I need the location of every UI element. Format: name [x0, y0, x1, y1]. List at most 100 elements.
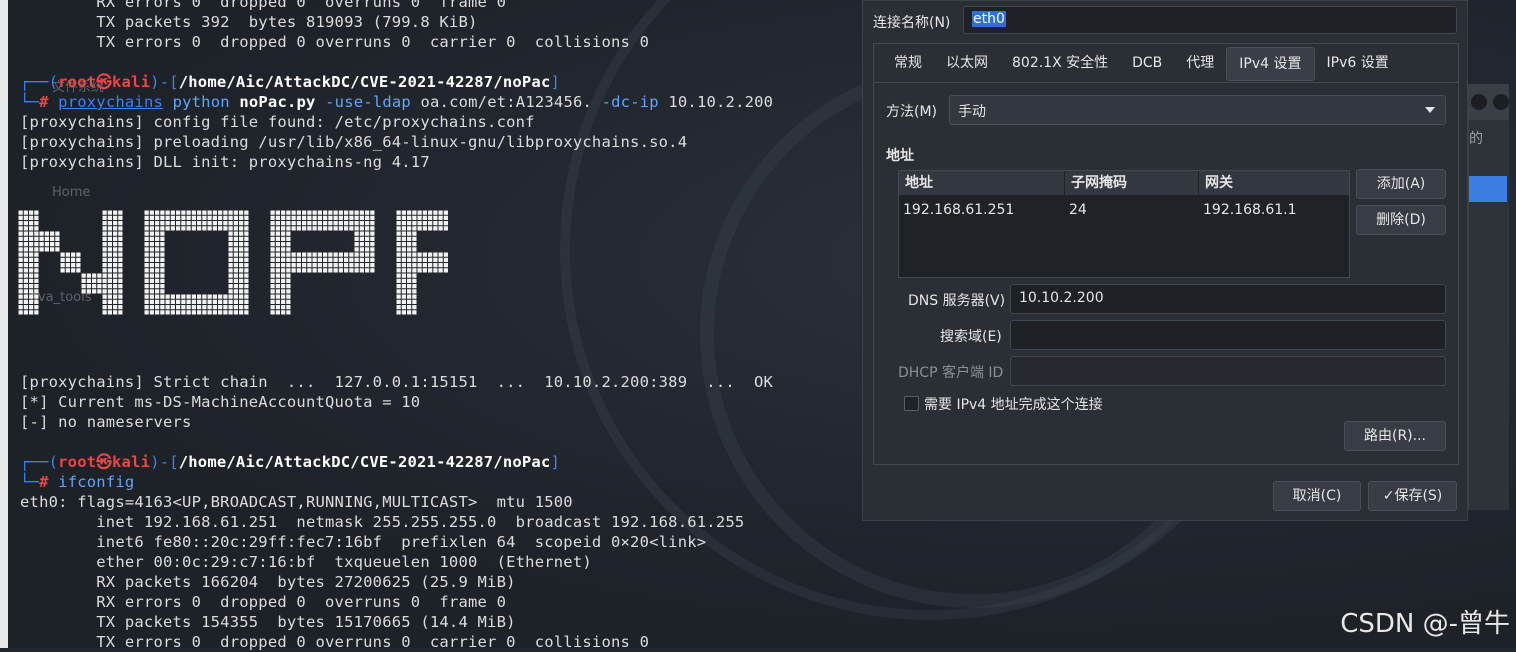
- connection-name-input[interactable]: eth0: [963, 6, 1457, 34]
- banner-pixel: [407, 257, 412, 262]
- banner-pixel: [34, 289, 39, 294]
- banner-pixel: [102, 226, 107, 231]
- banner-pixel: [422, 263, 427, 268]
- banner-pixel: [281, 247, 286, 252]
- routes-button[interactable]: 路由(R)...: [1344, 421, 1446, 451]
- require-ipv4-checkbox[interactable]: [904, 396, 919, 411]
- search-domain-input[interactable]: [1010, 320, 1446, 350]
- banner-pixel: [328, 252, 333, 257]
- nopac-banner-art: [18, 210, 627, 315]
- banner-pixel: [317, 252, 322, 257]
- banner-pixel: [365, 210, 370, 215]
- window-button-icon[interactable]: [1471, 94, 1487, 110]
- tab-ipv4-settings[interactable]: IPv4 设置: [1226, 47, 1315, 81]
- banner-pixel: [102, 236, 107, 241]
- cell-gateway: 192.168.61.1: [1203, 202, 1297, 218]
- banner-pixel: [86, 273, 91, 278]
- banner-pixel: [233, 268, 238, 273]
- banner-pixel: [244, 310, 249, 315]
- banner-pixel: [228, 294, 233, 299]
- column-header-netmask[interactable]: 子网掩码: [1065, 171, 1199, 195]
- add-address-button[interactable]: 添加(A): [1356, 169, 1446, 199]
- banner-pixel: [155, 299, 160, 304]
- window-button-icon[interactable]: [1493, 94, 1509, 110]
- terminal-line: RX errors 0 dropped 0 overruns 0 frame 0: [20, 593, 507, 611]
- banner-pixel: [328, 210, 333, 215]
- banner-pixel: [239, 310, 244, 315]
- banner-pixel: [228, 231, 233, 236]
- banner-pixel: [296, 210, 301, 215]
- banner-pixel: [338, 210, 343, 215]
- banner-pixel: [18, 278, 23, 283]
- tab-ethernet[interactable]: 以太网: [934, 47, 1000, 79]
- column-header-address[interactable]: 地址: [899, 171, 1065, 195]
- banner-pixel: [354, 252, 359, 257]
- banner-pixel: [34, 273, 39, 278]
- prompt-line: ┌──(root㉿kali)-[/home/Aic/AttackDC/CVE-2…: [20, 453, 561, 471]
- banner-pixel: [275, 226, 280, 231]
- banner-pixel: [291, 221, 296, 226]
- dhcp-client-id-input[interactable]: [1010, 356, 1446, 386]
- banner-pixel: [107, 215, 112, 220]
- banner-pixel: [281, 236, 286, 241]
- banner-pixel: [113, 210, 118, 215]
- banner-pixel: [239, 231, 244, 236]
- dns-server-input[interactable]: 10.10.2.200: [1010, 284, 1446, 314]
- save-button[interactable]: ✓保存(S): [1368, 481, 1457, 511]
- banner-pixel: [160, 273, 165, 278]
- cancel-button[interactable]: 取消(C): [1273, 481, 1361, 511]
- banner-pixel: [396, 278, 401, 283]
- banner-pixel: [270, 294, 275, 299]
- banner-pixel: [333, 263, 338, 268]
- banner-pixel: [160, 210, 165, 215]
- banner-pixel: [407, 284, 412, 289]
- banner-pixel: [239, 278, 244, 283]
- tab-ipv6-settings[interactable]: IPv6 设置: [1315, 47, 1401, 79]
- banner-pixel: [144, 289, 149, 294]
- banner-pixel: [191, 215, 196, 220]
- banner-pixel: [396, 310, 401, 315]
- banner-pixel: [55, 231, 60, 236]
- banner-pixel: [160, 242, 165, 247]
- banner-pixel: [239, 284, 244, 289]
- delete-address-button[interactable]: 删除(D): [1356, 205, 1446, 235]
- banner-pixel: [155, 310, 160, 315]
- banner-pixel: [407, 294, 412, 299]
- banner-pixel: [281, 273, 286, 278]
- banner-pixel: [438, 268, 443, 273]
- banner-pixel: [275, 305, 280, 310]
- banner-pixel: [228, 268, 233, 273]
- banner-pixel: [144, 236, 149, 241]
- column-header-gateway[interactable]: 网关: [1199, 171, 1349, 195]
- method-select[interactable]: 手动: [949, 95, 1446, 125]
- banner-pixel: [23, 268, 28, 273]
- address-section-title: 地址: [886, 148, 914, 164]
- banner-pixel: [181, 210, 186, 215]
- banner-pixel: [155, 247, 160, 252]
- tab-proxy[interactable]: 代理: [1174, 47, 1226, 79]
- banner-pixel: [401, 299, 406, 304]
- tab-general[interactable]: 常规: [882, 47, 934, 79]
- banner-pixel: [160, 236, 165, 241]
- banner-pixel: [239, 289, 244, 294]
- banner-pixel: [354, 221, 359, 226]
- tab-8021x-security[interactable]: 802.1X 安全性: [1000, 47, 1120, 79]
- terminal-line: TX errors 0 dropped 0 overruns 0 carrier…: [20, 33, 650, 51]
- banner-pixel: [307, 221, 312, 226]
- banner-pixel: [76, 263, 81, 268]
- connection-name-row: 连接名称(N): [873, 9, 960, 35]
- address-table[interactable]: 地址 子网掩码 网关 192.168.61.251 24 192.168.61.…: [898, 170, 1350, 278]
- banner-pixel: [34, 210, 39, 215]
- banner-pixel: [244, 215, 249, 220]
- banner-pixel: [365, 236, 370, 241]
- banner-pixel: [275, 310, 280, 315]
- banner-pixel: [302, 210, 307, 215]
- banner-pixel: [323, 268, 328, 273]
- banner-pixel: [149, 268, 154, 273]
- banner-pixel: [228, 226, 233, 231]
- banner-pixel: [233, 310, 238, 315]
- cell-address: 192.168.61.251: [903, 202, 1015, 218]
- banner-pixel: [149, 278, 154, 283]
- table-row[interactable]: 192.168.61.251 24 192.168.61.1: [899, 199, 1349, 221]
- tab-dcb[interactable]: DCB: [1120, 47, 1174, 79]
